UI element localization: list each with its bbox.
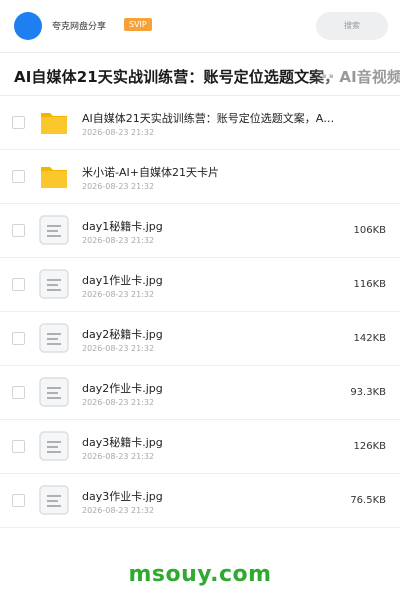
file-checkbox[interactable]	[12, 386, 25, 399]
file-name: day2作业卡.jpg	[82, 382, 163, 395]
file-size: 106KB	[353, 225, 386, 236]
file-time: 2026-08-23 21:32	[82, 398, 155, 407]
footer: msouy.com	[0, 548, 400, 600]
folder-icon	[38, 160, 70, 192]
file-row[interactable]: day1作业卡.jpg 2026-08-23 21:32 116KB	[0, 258, 400, 312]
avatar[interactable]	[14, 12, 42, 40]
file-row[interactable]: day2秘籍卡.jpg 2026-08-23 21:32 142KB	[0, 312, 400, 366]
file-checkbox[interactable]	[12, 116, 25, 129]
file-size: 116KB	[353, 279, 386, 290]
image-file-icon	[38, 268, 70, 300]
file-name: 米小诺-AI+自媒体21天卡片	[82, 166, 219, 179]
file-time: 2026-08-23 21:32	[82, 128, 155, 137]
file-checkbox[interactable]	[12, 224, 25, 237]
file-row[interactable]: AI自媒体21天实战训练营：账号定位选题文案，AI… 2026-08-23 21:…	[0, 96, 400, 150]
file-name: day3作业卡.jpg	[82, 490, 163, 503]
file-time: 2026-08-23 21:32	[82, 452, 155, 461]
username: 夸克网盘分享	[52, 22, 107, 32]
file-time: 2026-08-23 21:32	[82, 506, 155, 515]
svip-badge: SVIP	[124, 18, 152, 31]
file-row[interactable]: day1秘籍卡.jpg 2026-08-23 21:32 106KB	[0, 204, 400, 258]
file-row[interactable]: day3作业卡.jpg 2026-08-23 21:32 76.5KB	[0, 474, 400, 528]
search-input[interactable]: 搜索	[316, 12, 388, 40]
header-divider	[0, 52, 400, 53]
file-time: 2026-08-23 21:32	[82, 344, 155, 353]
header: 夸克网盘分享 SVIP 搜索	[0, 0, 400, 52]
file-name: day3秘籍卡.jpg	[82, 436, 163, 449]
file-size: 126KB	[353, 441, 386, 452]
image-file-icon	[38, 430, 70, 462]
file-name: day2秘籍卡.jpg	[82, 328, 163, 341]
file-checkbox[interactable]	[12, 440, 25, 453]
file-time: 2026-08-23 21:32	[82, 290, 155, 299]
file-row[interactable]: day2作业卡.jpg 2026-08-23 21:32 93.3KB	[0, 366, 400, 420]
file-checkbox[interactable]	[12, 278, 25, 291]
image-file-icon	[38, 484, 70, 516]
file-name: day1秘籍卡.jpg	[82, 220, 163, 233]
image-file-icon	[38, 322, 70, 354]
file-checkbox[interactable]	[12, 494, 25, 507]
title-more-icon[interactable]: ▪ ▪	[322, 72, 334, 80]
file-size: 76.5KB	[350, 495, 386, 506]
file-size: 142KB	[353, 333, 386, 344]
share-title-bar: AI自媒体21天实战训练营：账号定位选题文案，AI音视频处理 ▪ ▪	[0, 56, 400, 96]
folder-icon	[38, 106, 70, 138]
file-row[interactable]: 米小诺-AI+自媒体21天卡片 2026-08-23 21:32	[0, 150, 400, 204]
file-time: 2026-08-23 21:32	[82, 236, 155, 245]
file-name: AI自媒体21天实战训练营：账号定位选题文案，AI…	[82, 112, 337, 125]
file-name: day1作业卡.jpg	[82, 274, 163, 287]
file-time: 2026-08-23 21:32	[82, 182, 155, 191]
file-list: AI自媒体21天实战训练营：账号定位选题文案，AI… 2026-08-23 21:…	[0, 96, 400, 528]
file-row[interactable]: day3秘籍卡.jpg 2026-08-23 21:32 126KB	[0, 420, 400, 474]
image-file-icon	[38, 376, 70, 408]
image-file-icon	[38, 214, 70, 246]
file-size: 93.3KB	[350, 387, 386, 398]
watermark: msouy.com	[128, 562, 272, 587]
file-checkbox[interactable]	[12, 332, 25, 345]
file-checkbox[interactable]	[12, 170, 25, 183]
